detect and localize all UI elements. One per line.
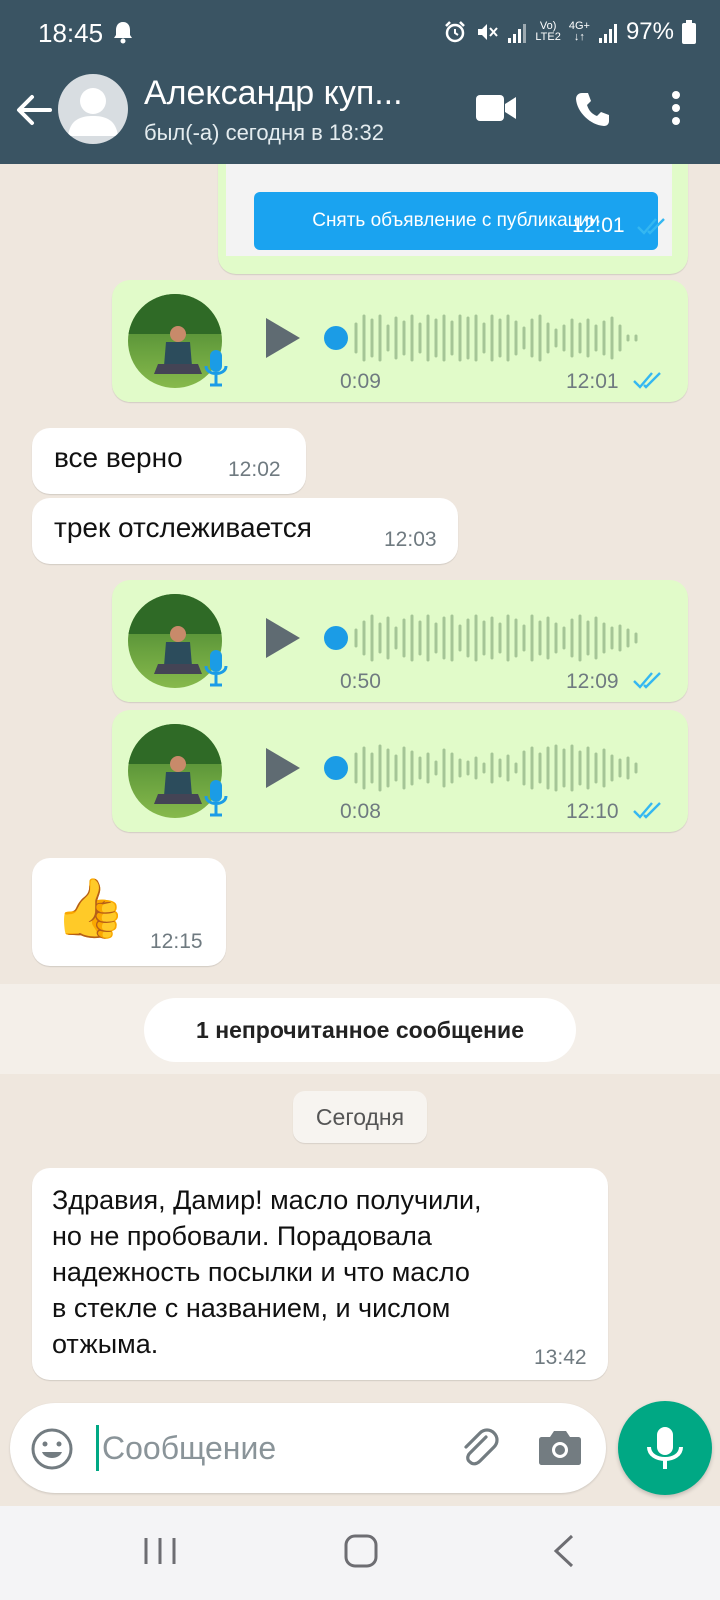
voice-duration: 0:50 (340, 670, 381, 693)
play-icon[interactable] (262, 746, 302, 790)
incoming-emoji-message[interactable]: 👍 12:15 (32, 858, 226, 966)
message-line: но не пробовали. Порадовала (52, 1221, 432, 1251)
playback-position[interactable] (324, 326, 348, 350)
incoming-message[interactable]: трек отслеживается 12:03 (32, 498, 458, 564)
image-preview: Снять объявление с публикации (226, 164, 672, 256)
unread-count-label: 1 непрочитанное сообщение (144, 998, 576, 1062)
message-line: отжыма. (52, 1329, 159, 1359)
attach-icon[interactable] (456, 1425, 502, 1471)
contact-name[interactable]: Александр куп... (144, 74, 424, 113)
read-ticks-icon (633, 802, 661, 819)
message-text: трек отслеживается (54, 512, 312, 543)
voice-message[interactable]: 0:08 12:10 (112, 710, 688, 832)
unpublish-ad-label: Снять объявление с публикации (312, 210, 600, 231)
status-icons: Vo) LTE2 4G+ ↓↑ 97% (443, 18, 696, 46)
read-ticks-icon (633, 372, 661, 389)
voice-message[interactable]: 0:09 12:01 (112, 280, 688, 402)
battery-percent: 97% (625, 18, 674, 45)
status-bar: 18:45 Vo) LTE2 4G+ ↓↑ 97% (0, 0, 720, 66)
read-ticks-icon (637, 218, 665, 235)
waveform[interactable] (352, 610, 652, 666)
contact-last-seen: был(-а) сегодня в 18:32 (144, 120, 384, 145)
incoming-message[interactable]: Здравия, Дамир! масло получили, но не пр… (32, 1168, 608, 1380)
voice-call-icon[interactable] (574, 90, 612, 128)
message-composer (10, 1403, 606, 1493)
camera-icon[interactable] (538, 1427, 582, 1467)
text-cursor (96, 1425, 99, 1471)
incoming-message[interactable]: все верно 12:02 (32, 428, 306, 494)
waveform[interactable] (352, 740, 652, 796)
message-time: 12:10 (566, 800, 619, 823)
message-line: Здравия, Дамир! масло получили, (52, 1185, 482, 1215)
chat-area[interactable]: Снять объявление с публикации 12:01 0:09… (0, 164, 720, 1404)
mute-icon (478, 24, 499, 40)
message-time: 12:01 (566, 370, 619, 393)
data-indicator: 4G+ ↓↑ (568, 20, 590, 43)
thumbs-up-emoji: 👍 (54, 876, 127, 941)
home-icon[interactable] (342, 1532, 380, 1570)
video-call-icon[interactable] (474, 92, 518, 124)
read-ticks-icon (633, 672, 661, 689)
mic-badge-icon (204, 780, 228, 817)
mic-badge-icon (204, 650, 228, 687)
contact-avatar[interactable] (58, 74, 128, 144)
chat-header: Александр куп... был(-а) сегодня в 18:32 (0, 66, 720, 164)
status-time: 18:45 (38, 18, 104, 48)
volte-indicator: Vo) LTE2 (535, 20, 561, 43)
system-navigation-bar (0, 1506, 720, 1600)
play-icon[interactable] (262, 616, 302, 660)
back-arrow-icon[interactable] (14, 90, 54, 130)
emoji-icon[interactable] (30, 1427, 74, 1471)
message-time: 12:03 (384, 528, 437, 551)
record-voice-button[interactable] (618, 1401, 712, 1495)
alarm-icon (445, 21, 466, 43)
message-time: 12:09 (566, 670, 619, 693)
voice-duration: 0:08 (340, 800, 381, 823)
notification-bell-icon (114, 22, 132, 44)
mic-badge-icon (204, 350, 228, 387)
playback-position[interactable] (324, 756, 348, 780)
waveform[interactable] (352, 310, 652, 366)
message-line: надежность посылки и что масло (52, 1257, 470, 1287)
message-text: Здравия, Дамир! масло получили, но не пр… (52, 1182, 482, 1362)
message-input[interactable] (102, 1421, 442, 1475)
playback-position[interactable] (324, 626, 348, 650)
signal-icon (508, 24, 527, 43)
message-text: все верно (54, 442, 183, 473)
message-time: 12:01 (572, 214, 625, 237)
voice-duration: 0:09 (340, 370, 381, 393)
message-time: 12:15 (150, 930, 203, 953)
voice-message[interactable]: 0:50 12:09 (112, 580, 688, 702)
play-icon[interactable] (262, 316, 302, 360)
default-avatar-icon (68, 88, 118, 136)
message-time: 13:42 (534, 1346, 587, 1369)
microphone-icon (647, 1427, 683, 1469)
battery-icon (682, 20, 696, 44)
recent-apps-icon[interactable] (140, 1534, 180, 1568)
more-options-icon[interactable] (662, 88, 690, 128)
message-line: в стекле с названием, и числом (52, 1293, 451, 1323)
message-time: 12:02 (228, 458, 281, 481)
date-divider: Сегодня (293, 1091, 427, 1143)
nav-back-icon[interactable] (548, 1532, 578, 1570)
signal-icon-2 (598, 24, 617, 43)
image-message[interactable]: Снять объявление с публикации 12:01 (218, 164, 688, 274)
